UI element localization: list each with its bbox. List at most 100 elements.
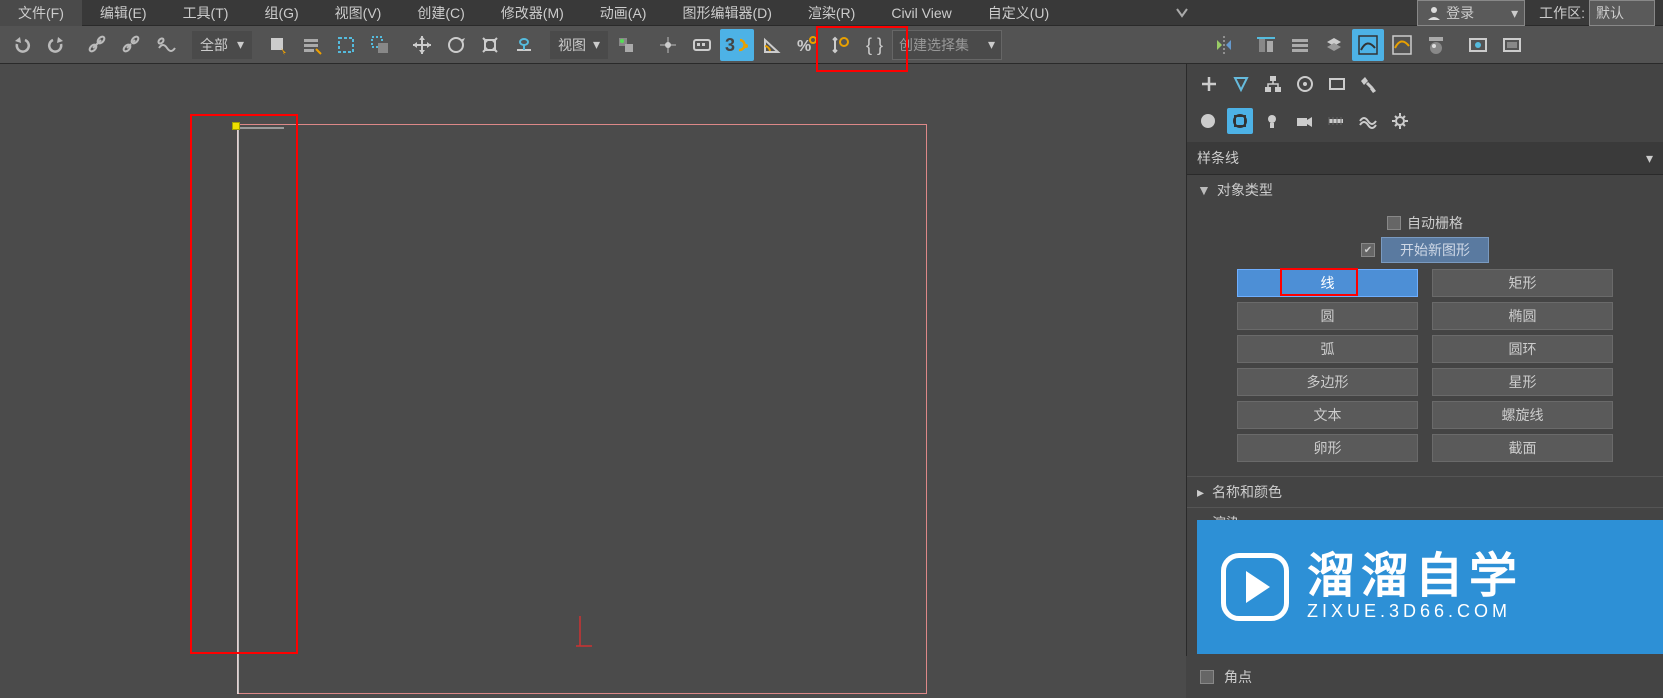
auto-grid-checkbox[interactable] xyxy=(1387,216,1401,230)
rollout-name-color[interactable]: ▸ 名称和颜色 xyxy=(1187,476,1663,507)
text-button[interactable]: 文本 xyxy=(1237,401,1418,429)
menu-create[interactable]: 创建(C) xyxy=(399,0,482,26)
triangle-right-icon: ▸ xyxy=(1197,484,1204,501)
window-crossing-button[interactable] xyxy=(364,29,396,61)
menu-group[interactable]: 组(G) xyxy=(246,0,316,26)
menu-tools[interactable]: 工具(T) xyxy=(165,0,247,26)
render-frame-window-button[interactable] xyxy=(1496,29,1528,61)
rollout-object-type-label: 对象类型 xyxy=(1217,180,1273,200)
select-manipulate-button[interactable] xyxy=(652,29,684,61)
ngon-button[interactable]: 多边形 xyxy=(1237,368,1418,396)
svg-text:3: 3 xyxy=(725,35,735,55)
login-dropdown[interactable]: 登录 ▾ xyxy=(1417,0,1525,26)
modify-tab[interactable] xyxy=(1227,70,1255,98)
triangle-down-icon: ▼ xyxy=(1197,182,1211,198)
donut-button[interactable]: 圆环 xyxy=(1432,335,1613,363)
egg-button[interactable]: 卵形 xyxy=(1237,434,1418,462)
drawn-spline xyxy=(234,124,294,694)
rotate-button[interactable] xyxy=(440,29,472,61)
corner-label: 角点 xyxy=(1224,667,1252,687)
select-object-button[interactable] xyxy=(262,29,294,61)
axis-gizmo xyxy=(574,612,594,652)
command-panel-tabs xyxy=(1187,64,1663,104)
star-button[interactable]: 星形 xyxy=(1432,368,1613,396)
align-button[interactable] xyxy=(1250,29,1282,61)
display-tab[interactable] xyxy=(1323,70,1351,98)
rollout-object-type[interactable]: ▼ 对象类型 xyxy=(1187,175,1663,205)
menu-modifiers[interactable]: 修改器(M) xyxy=(483,0,582,26)
auto-grid-label: 自动栅格 xyxy=(1407,213,1463,233)
lights-category[interactable] xyxy=(1259,108,1285,134)
rect-selection-region-button[interactable] xyxy=(330,29,362,61)
move-button[interactable] xyxy=(406,29,438,61)
mirror-button[interactable] xyxy=(1208,29,1240,61)
menu-rendering[interactable]: 渲染(R) xyxy=(790,0,873,26)
keyboard-shortcut-override-button[interactable] xyxy=(686,29,718,61)
spinner-snap-button[interactable] xyxy=(824,29,856,61)
helpers-category[interactable] xyxy=(1323,108,1349,134)
chevron-down-icon: ▾ xyxy=(1511,5,1518,22)
material-editor-button[interactable] xyxy=(1420,29,1452,61)
selection-filter-label: 全部 xyxy=(200,35,228,55)
helix-button[interactable]: 螺旋线 xyxy=(1432,401,1613,429)
redo-button[interactable] xyxy=(40,29,72,61)
select-by-name-button[interactable] xyxy=(296,29,328,61)
rectangle-button[interactable]: 矩形 xyxy=(1432,269,1613,297)
create-tab[interactable] xyxy=(1195,70,1223,98)
menu-file[interactable]: 文件(F) xyxy=(0,0,82,26)
section-button[interactable]: 截面 xyxy=(1432,434,1613,462)
geometry-category[interactable] xyxy=(1195,108,1221,134)
watermark-url: ZIXUE.3D66.COM xyxy=(1307,601,1523,622)
systems-category[interactable] xyxy=(1387,108,1413,134)
schematic-view-button[interactable] xyxy=(1386,29,1418,61)
percent-snap-button[interactable]: % xyxy=(790,29,822,61)
hierarchy-tab[interactable] xyxy=(1259,70,1287,98)
bind-spacewarp-button[interactable] xyxy=(150,29,182,61)
render-setup-button[interactable] xyxy=(1462,29,1494,61)
panel-toggle-arrow[interactable] xyxy=(1176,8,1188,18)
menu-graph-editors[interactable]: 图形编辑器(D) xyxy=(664,0,789,26)
circle-button[interactable]: 圆 xyxy=(1237,302,1418,330)
named-selection-label: 创建选择集 xyxy=(899,35,969,55)
selection-filter-dropdown[interactable]: 全部▾ xyxy=(192,31,252,59)
angle-snap-button[interactable] xyxy=(756,29,788,61)
menu-bar: 文件(F) 编辑(E) 工具(T) 组(G) 视图(V) 创建(C) 修改器(M… xyxy=(0,0,1663,26)
menu-edit[interactable]: 编辑(E) xyxy=(82,0,165,26)
play-icon xyxy=(1221,553,1289,621)
start-new-shape-button[interactable]: 开始新图形 xyxy=(1381,237,1489,263)
toggle-ribbon-button[interactable] xyxy=(1318,29,1350,61)
layer-explorer-button[interactable] xyxy=(1284,29,1316,61)
use-pivot-center-button[interactable] xyxy=(610,29,642,61)
menu-civil-view[interactable]: Civil View xyxy=(873,2,969,24)
edit-named-sets-button[interactable]: { } xyxy=(858,29,890,61)
menu-customize[interactable]: 自定义(U) xyxy=(970,0,1067,26)
utilities-tab[interactable] xyxy=(1355,70,1383,98)
spline-dropdown[interactable]: 样条线 ▾ xyxy=(1187,142,1663,175)
workspace-field[interactable]: 默认 xyxy=(1589,0,1655,26)
spacewarps-category[interactable] xyxy=(1355,108,1381,134)
undo-button[interactable] xyxy=(6,29,38,61)
rollout-name-color-label: 名称和颜色 xyxy=(1212,482,1282,502)
link-button[interactable] xyxy=(82,29,114,61)
shapes-category[interactable] xyxy=(1227,108,1253,134)
unlink-button[interactable] xyxy=(116,29,148,61)
line-button[interactable]: 线 xyxy=(1237,269,1418,297)
snap-3d-button[interactable]: 3 xyxy=(720,29,754,61)
bottom-panel-row: 角点 xyxy=(1186,656,1663,698)
named-selection-dropdown[interactable]: 创建选择集▾ xyxy=(892,30,1002,60)
start-new-shape-checkbox[interactable]: ✔ xyxy=(1361,243,1375,257)
placement-button[interactable] xyxy=(508,29,540,61)
rollout-object-type-body: 自动栅格 ✔ 开始新图形 线 矩形 圆 椭圆 弧 圆环 多边形 星形 文本 螺旋… xyxy=(1187,205,1663,476)
menu-views[interactable]: 视图(V) xyxy=(317,0,400,26)
cameras-category[interactable] xyxy=(1291,108,1317,134)
corner-checkbox[interactable] xyxy=(1200,670,1214,684)
menu-animation[interactable]: 动画(A) xyxy=(582,0,665,26)
motion-tab[interactable] xyxy=(1291,70,1319,98)
ellipse-button[interactable]: 椭圆 xyxy=(1432,302,1613,330)
watermark-title: 溜溜自学 xyxy=(1307,553,1523,601)
reference-coord-dropdown[interactable]: 视图▾ xyxy=(550,31,608,59)
arc-button[interactable]: 弧 xyxy=(1237,335,1418,363)
watermark: 溜溜自学 ZIXUE.3D66.COM xyxy=(1197,520,1663,654)
scale-button[interactable] xyxy=(474,29,506,61)
curve-editor-button[interactable] xyxy=(1352,29,1384,61)
